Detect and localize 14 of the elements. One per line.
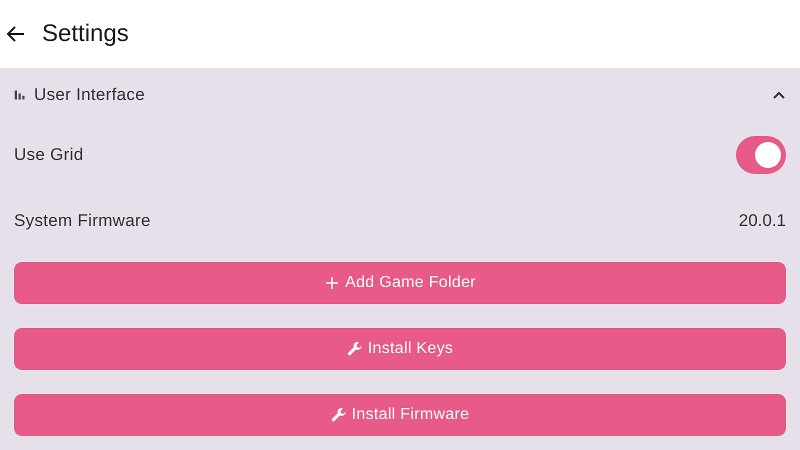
toggle-switch[interactable] bbox=[736, 136, 786, 174]
action-button[interactable]: Install Firmware bbox=[14, 394, 786, 436]
plus-icon bbox=[324, 275, 340, 291]
page-title: Settings bbox=[42, 20, 129, 48]
bar-chart-icon bbox=[14, 89, 26, 101]
action-button[interactable]: Add Game Folder bbox=[14, 262, 786, 304]
setting-value: 20.0.1 bbox=[738, 211, 786, 231]
action-button[interactable]: Install Keys bbox=[14, 328, 786, 370]
setting-label: System Firmware bbox=[14, 211, 151, 231]
section-title: User Interface bbox=[34, 85, 146, 105]
back-arrow-icon[interactable] bbox=[6, 24, 26, 44]
setting-label: Use Grid bbox=[14, 145, 84, 165]
wrench-icon bbox=[330, 407, 347, 423]
wrench-icon bbox=[346, 341, 363, 357]
